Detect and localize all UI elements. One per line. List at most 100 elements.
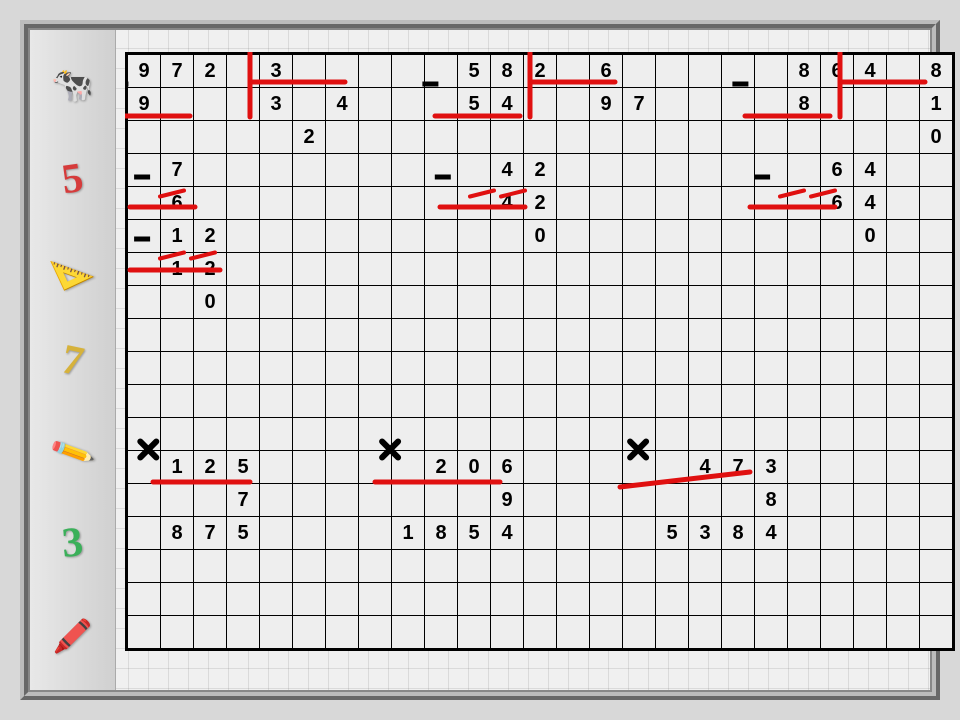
- grid-cell: [920, 352, 953, 385]
- grid-cell: [128, 418, 161, 451]
- grid-cell: 6: [821, 154, 854, 187]
- grid-cell: [689, 154, 722, 187]
- grid-cell: [359, 352, 392, 385]
- grid-cell: [260, 286, 293, 319]
- grid-cell: [194, 550, 227, 583]
- grid-cell: [821, 319, 854, 352]
- pencil-cup-icon: 🖍️: [53, 617, 93, 655]
- grid-cell: 0: [458, 451, 491, 484]
- grid-cell: [260, 121, 293, 154]
- grid-cell: [788, 616, 821, 649]
- grid-cell: [656, 616, 689, 649]
- grid-cell: 4: [491, 187, 524, 220]
- grid-cell: [128, 583, 161, 616]
- grid-cell: [392, 385, 425, 418]
- grid-cell: [491, 352, 524, 385]
- grid-cell: [392, 121, 425, 154]
- grid-cell: [524, 385, 557, 418]
- grid-cell: [425, 55, 458, 88]
- grid-cell: 4: [491, 88, 524, 121]
- grid-cell: [854, 517, 887, 550]
- grid-cell: 7: [194, 517, 227, 550]
- grid-cell: 6: [821, 187, 854, 220]
- grid-cell: 1: [161, 253, 194, 286]
- grid-cell: [722, 550, 755, 583]
- grid-cell: [557, 484, 590, 517]
- grid-cell: [392, 220, 425, 253]
- grid-cell: 5: [458, 517, 491, 550]
- grid-cell: [920, 154, 953, 187]
- grid-cell: [359, 253, 392, 286]
- grid-cell: [689, 319, 722, 352]
- grid-cell: [359, 550, 392, 583]
- grid-cell: [293, 517, 326, 550]
- grid-cell: [623, 220, 656, 253]
- grid-cell: [755, 319, 788, 352]
- grid-cell: [392, 583, 425, 616]
- grid-cell: [524, 286, 557, 319]
- grid-table: 9723582686489345497812074264642641200120…: [127, 54, 953, 649]
- grid-cell: [920, 319, 953, 352]
- grid-cell: [656, 550, 689, 583]
- grid-cell: [425, 319, 458, 352]
- grid-cell: 2: [194, 55, 227, 88]
- grid-cell: [788, 550, 821, 583]
- grid-cell: [458, 418, 491, 451]
- grid-cell: [326, 55, 359, 88]
- grid-cell: [887, 154, 920, 187]
- grid-cell: [689, 484, 722, 517]
- grid-cell: [788, 484, 821, 517]
- grid-cell: [359, 583, 392, 616]
- grid-cell: [194, 616, 227, 649]
- grid-cell: 2: [194, 253, 227, 286]
- grid-cell: 8: [788, 55, 821, 88]
- grid-cell: [920, 418, 953, 451]
- grid-cell: [755, 583, 788, 616]
- grid-cell: [227, 220, 260, 253]
- grid-cell: [260, 187, 293, 220]
- grid-cell: [656, 253, 689, 286]
- grid-cell: [557, 55, 590, 88]
- grid-cell: [524, 517, 557, 550]
- grid-cell: [656, 583, 689, 616]
- grid-cell: [326, 253, 359, 286]
- grid-cell: [788, 418, 821, 451]
- math-worksheet: 9723582686489345497812074264642641200120…: [125, 52, 955, 651]
- grid-cell: 8: [161, 517, 194, 550]
- grid-cell: [227, 55, 260, 88]
- grid-cell: [722, 55, 755, 88]
- grid-cell: [161, 121, 194, 154]
- grid-cell: 4: [854, 154, 887, 187]
- grid-cell: [821, 418, 854, 451]
- grid-cell: [788, 352, 821, 385]
- grid-cell: [887, 88, 920, 121]
- grid-cell: [590, 550, 623, 583]
- grid-cell: [425, 88, 458, 121]
- grid-cell: [227, 352, 260, 385]
- grid-cell: 2: [293, 121, 326, 154]
- grid-cell: [359, 616, 392, 649]
- grid-cell: [590, 319, 623, 352]
- grid-cell: [524, 484, 557, 517]
- pencil-icon: ✏️: [48, 428, 97, 476]
- grid-cell: 2: [524, 187, 557, 220]
- grid-cell: [788, 451, 821, 484]
- grid-cell: [161, 418, 194, 451]
- grid-cell: [326, 352, 359, 385]
- grid-cell: [161, 484, 194, 517]
- grid-cell: [458, 616, 491, 649]
- grid-cell: 2: [524, 55, 557, 88]
- grid-cell: [425, 121, 458, 154]
- grid-cell: [623, 550, 656, 583]
- grid-cell: [887, 517, 920, 550]
- grid-cell: [656, 121, 689, 154]
- grid-cell: 2: [194, 220, 227, 253]
- grid-cell: [491, 616, 524, 649]
- grid-cell: [887, 55, 920, 88]
- grid-cell: [689, 352, 722, 385]
- grid-cell: [260, 352, 293, 385]
- grid-cell: [194, 121, 227, 154]
- grid-cell: [293, 88, 326, 121]
- grid-cell: [788, 220, 821, 253]
- grid-cell: [557, 187, 590, 220]
